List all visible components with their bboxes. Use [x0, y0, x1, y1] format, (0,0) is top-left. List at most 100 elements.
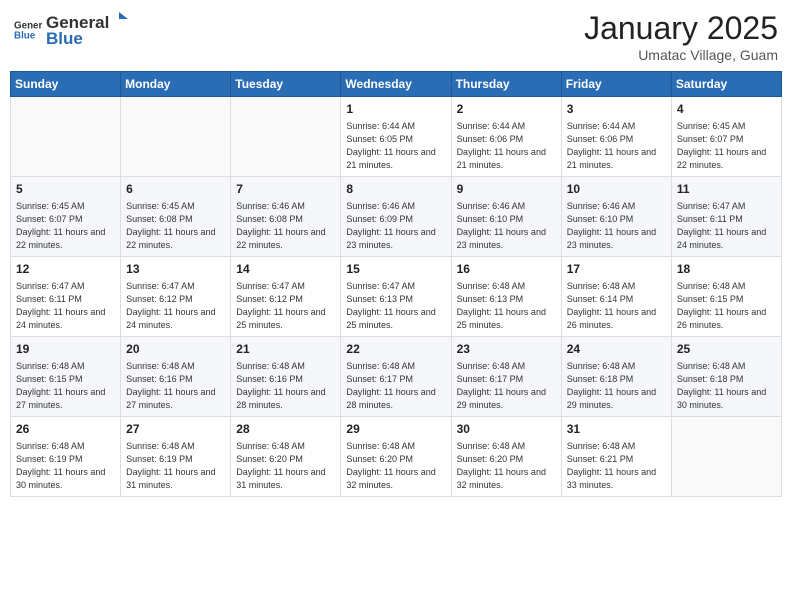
day-info: Sunrise: 6:45 AMSunset: 6:07 PMDaylight:… [677, 120, 776, 172]
day-number: 18 [677, 261, 776, 278]
calendar-cell: 9 Sunrise: 6:46 AMSunset: 6:10 PMDaylight… [451, 176, 561, 256]
logo: General Blue General Blue [14, 10, 129, 49]
calendar-cell [671, 416, 781, 496]
day-number: 2 [457, 101, 556, 118]
day-number: 12 [16, 261, 115, 278]
calendar-cell: 11 Sunrise: 6:47 AMSunset: 6:11 PMDayligh… [671, 176, 781, 256]
day-number: 21 [236, 341, 335, 358]
day-info: Sunrise: 6:48 AMSunset: 6:15 PMDaylight:… [16, 360, 115, 412]
calendar-cell: 2 Sunrise: 6:44 AMSunset: 6:06 PMDaylight… [451, 97, 561, 177]
calendar-cell: 21 Sunrise: 6:48 AMSunset: 6:16 PMDayligh… [231, 336, 341, 416]
day-number: 9 [457, 181, 556, 198]
day-number: 14 [236, 261, 335, 278]
day-info: Sunrise: 6:48 AMSunset: 6:18 PMDaylight:… [677, 360, 776, 412]
weekday-header-wednesday: Wednesday [341, 72, 451, 97]
day-info: Sunrise: 6:47 AMSunset: 6:13 PMDaylight:… [346, 280, 445, 332]
calendar-cell: 31Sunrise: 6:48 AMSunset: 6:21 PMDayligh… [561, 416, 671, 496]
day-info: Sunrise: 6:47 AMSunset: 6:11 PMDaylight:… [16, 280, 115, 332]
day-number: 4 [677, 101, 776, 118]
day-number: 13 [126, 261, 225, 278]
day-number: 28 [236, 421, 335, 438]
calendar-cell: 25 Sunrise: 6:48 AMSunset: 6:18 PMDayligh… [671, 336, 781, 416]
day-number: 17 [567, 261, 666, 278]
calendar-cell: 13 Sunrise: 6:47 AMSunset: 6:12 PMDayligh… [121, 256, 231, 336]
logo-bird-icon [110, 10, 128, 28]
page-header: General Blue General Blue January 2025 U… [10, 10, 782, 63]
calendar-cell [231, 97, 341, 177]
day-number: 10 [567, 181, 666, 198]
weekday-header-friday: Friday [561, 72, 671, 97]
day-number: 11 [677, 181, 776, 198]
calendar-cell: 29Sunrise: 6:48 AMSunset: 6:20 PMDayligh… [341, 416, 451, 496]
calendar-cell: 17Sunrise: 6:48 AMSunset: 6:14 PMDayligh… [561, 256, 671, 336]
day-info: Sunrise: 6:48 AMSunset: 6:21 PMDaylight:… [567, 440, 666, 492]
day-info: Sunrise: 6:44 AMSunset: 6:06 PMDaylight:… [457, 120, 556, 172]
month-title: January 2025 [584, 10, 778, 47]
day-info: Sunrise: 6:48 AMSunset: 6:19 PMDaylight:… [126, 440, 225, 492]
day-info: Sunrise: 6:46 AMSunset: 6:09 PMDaylight:… [346, 200, 445, 252]
day-info: Sunrise: 6:47 AMSunset: 6:11 PMDaylight:… [677, 200, 776, 252]
day-info: Sunrise: 6:48 AMSunset: 6:16 PMDaylight:… [126, 360, 225, 412]
calendar-cell: 15Sunrise: 6:47 AMSunset: 6:13 PMDayligh… [341, 256, 451, 336]
day-number: 6 [126, 181, 225, 198]
day-info: Sunrise: 6:48 AMSunset: 6:18 PMDaylight:… [567, 360, 666, 412]
day-number: 3 [567, 101, 666, 118]
day-info: Sunrise: 6:44 AMSunset: 6:05 PMDaylight:… [346, 120, 445, 172]
calendar-cell: 12 Sunrise: 6:47 AMSunset: 6:11 PMDayligh… [11, 256, 121, 336]
calendar-cell: 18 Sunrise: 6:48 AMSunset: 6:15 PMDayligh… [671, 256, 781, 336]
day-info: Sunrise: 6:46 AMSunset: 6:08 PMDaylight:… [236, 200, 335, 252]
calendar-cell: 20 Sunrise: 6:48 AMSunset: 6:16 PMDayligh… [121, 336, 231, 416]
weekday-header-sunday: Sunday [11, 72, 121, 97]
day-number: 29 [346, 421, 445, 438]
day-info: Sunrise: 6:48 AMSunset: 6:19 PMDaylight:… [16, 440, 115, 492]
weekday-header-tuesday: Tuesday [231, 72, 341, 97]
calendar-cell: 24 Sunrise: 6:48 AMSunset: 6:18 PMDayligh… [561, 336, 671, 416]
calendar-cell [11, 97, 121, 177]
day-number: 27 [126, 421, 225, 438]
calendar-cell [121, 97, 231, 177]
day-info: Sunrise: 6:46 AMSunset: 6:10 PMDaylight:… [457, 200, 556, 252]
day-info: Sunrise: 6:45 AMSunset: 6:07 PMDaylight:… [16, 200, 115, 252]
calendar-cell: 30Sunrise: 6:48 AMSunset: 6:20 PMDayligh… [451, 416, 561, 496]
calendar-cell: 26 Sunrise: 6:48 AMSunset: 6:19 PMDayligh… [11, 416, 121, 496]
day-number: 26 [16, 421, 115, 438]
day-info: Sunrise: 6:48 AMSunset: 6:15 PMDaylight:… [677, 280, 776, 332]
day-info: Sunrise: 6:48 AMSunset: 6:17 PMDaylight:… [346, 360, 445, 412]
calendar-week-row: 5 Sunrise: 6:45 AMSunset: 6:07 PMDaylight… [11, 176, 782, 256]
day-info: Sunrise: 6:48 AMSunset: 6:17 PMDaylight:… [457, 360, 556, 412]
calendar-cell: 19 Sunrise: 6:48 AMSunset: 6:15 PMDayligh… [11, 336, 121, 416]
weekday-header-row: SundayMondayTuesdayWednesdayThursdayFrid… [11, 72, 782, 97]
svg-text:Blue: Blue [14, 30, 36, 41]
calendar-cell: 3 Sunrise: 6:44 AMSunset: 6:06 PMDaylight… [561, 97, 671, 177]
calendar-cell: 8 Sunrise: 6:46 AMSunset: 6:09 PMDaylight… [341, 176, 451, 256]
day-number: 20 [126, 341, 225, 358]
day-number: 22 [346, 341, 445, 358]
weekday-header-thursday: Thursday [451, 72, 561, 97]
day-number: 16 [457, 261, 556, 278]
calendar-week-row: 26 Sunrise: 6:48 AMSunset: 6:19 PMDayligh… [11, 416, 782, 496]
calendar-cell: 7 Sunrise: 6:46 AMSunset: 6:08 PMDaylight… [231, 176, 341, 256]
calendar-cell: 23Sunrise: 6:48 AMSunset: 6:17 PMDayligh… [451, 336, 561, 416]
day-number: 19 [16, 341, 115, 358]
calendar-table: SundayMondayTuesdayWednesdayThursdayFrid… [10, 71, 782, 497]
day-number: 25 [677, 341, 776, 358]
day-info: Sunrise: 6:47 AMSunset: 6:12 PMDaylight:… [126, 280, 225, 332]
day-info: Sunrise: 6:46 AMSunset: 6:10 PMDaylight:… [567, 200, 666, 252]
calendar-week-row: 12 Sunrise: 6:47 AMSunset: 6:11 PMDayligh… [11, 256, 782, 336]
day-number: 5 [16, 181, 115, 198]
day-number: 30 [457, 421, 556, 438]
day-number: 7 [236, 181, 335, 198]
calendar-cell: 10 Sunrise: 6:46 AMSunset: 6:10 PMDayligh… [561, 176, 671, 256]
calendar-cell: 14Sunrise: 6:47 AMSunset: 6:12 PMDayligh… [231, 256, 341, 336]
calendar-cell: 6Sunrise: 6:45 AMSunset: 6:08 PMDaylight… [121, 176, 231, 256]
calendar-week-row: 19 Sunrise: 6:48 AMSunset: 6:15 PMDayligh… [11, 336, 782, 416]
weekday-header-saturday: Saturday [671, 72, 781, 97]
day-info: Sunrise: 6:48 AMSunset: 6:20 PMDaylight:… [236, 440, 335, 492]
calendar-cell: 4 Sunrise: 6:45 AMSunset: 6:07 PMDaylight… [671, 97, 781, 177]
day-info: Sunrise: 6:48 AMSunset: 6:16 PMDaylight:… [236, 360, 335, 412]
day-number: 24 [567, 341, 666, 358]
calendar-week-row: 1Sunrise: 6:44 AMSunset: 6:05 PMDaylight… [11, 97, 782, 177]
logo-icon: General Blue [14, 16, 42, 44]
day-number: 8 [346, 181, 445, 198]
day-info: Sunrise: 6:44 AMSunset: 6:06 PMDaylight:… [567, 120, 666, 172]
